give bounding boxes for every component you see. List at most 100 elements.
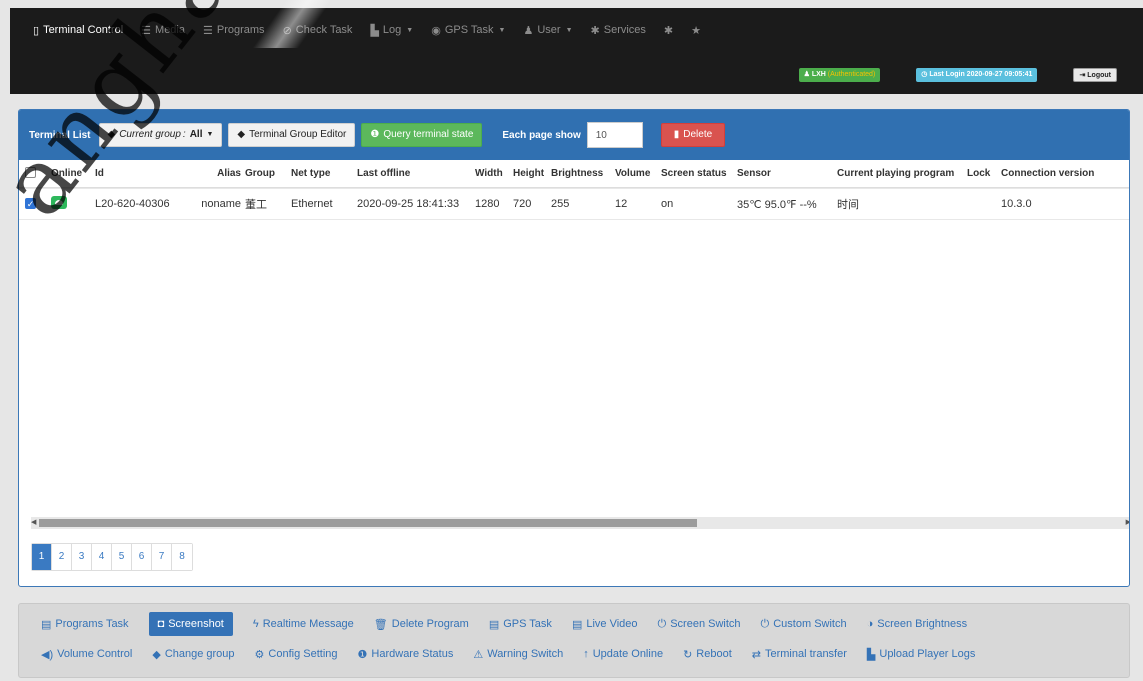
column-header[interactable]: Last offline [355, 168, 473, 179]
query-terminal-state-button[interactable]: ❶ Query terminal state [361, 123, 483, 147]
logout-button[interactable]: ⇥ Logout [1073, 68, 1117, 82]
column-header[interactable]: Volume [613, 168, 659, 179]
nav-item-log[interactable]: ▙ Log ▼ [370, 24, 413, 37]
delete-program-button[interactable]: 🗑 Delete Program [374, 612, 469, 636]
page-5[interactable]: 5 [112, 544, 132, 570]
nav-item-label: Log [382, 24, 402, 36]
logout-icon: ⇥ [1079, 72, 1086, 79]
column-header[interactable]: Net type [289, 168, 355, 179]
gps-task-button[interactable]: ▤ GPS Task [489, 612, 552, 636]
column-header[interactable]: Height [511, 168, 549, 179]
page-size-input[interactable] [586, 122, 643, 148]
nav-item-asterisk[interactable]: ✱ [664, 24, 673, 37]
user-icon: ♟ [523, 24, 534, 37]
action-label: Screen Switch [670, 618, 741, 630]
nav-item-check-task[interactable]: ⊘ Check Task [283, 24, 353, 37]
user-name: LXH [811, 71, 826, 78]
adjust-icon: ◑ [866, 618, 874, 630]
page-2[interactable]: 2 [52, 544, 72, 570]
cog-icon: ⚙ [254, 648, 265, 661]
action-label: Programs Task [55, 618, 129, 630]
camera-icon: ◘ [157, 618, 165, 630]
cell-program: 时间 [837, 199, 859, 211]
transfer-icon: ⇄ [751, 648, 761, 661]
reboot-button[interactable]: ↻ Reboot [683, 642, 732, 666]
terminal-list-panel: Terminal List ◆ Current group : All ▼ ◆ … [18, 109, 1130, 587]
refresh-icon: ↻ [683, 648, 693, 661]
flash-icon: ϟ [252, 618, 259, 630]
table-body: ✓ L20-620-40306 noname 董工 Ethernet 2020-09-25… [19, 188, 1129, 220]
nav-item-label: GPS Task [444, 24, 494, 36]
column-header[interactable]: Width [473, 168, 511, 179]
cell-alias: noname [201, 198, 241, 210]
delete-button[interactable]: ▮ Delete [660, 123, 726, 147]
page-6[interactable]: 6 [132, 544, 152, 570]
file-icon: ▙ [866, 648, 876, 661]
action-label: Upload Player Logs [879, 648, 976, 660]
film-icon: ▤ [571, 618, 583, 631]
terminal-group-editor-button[interactable]: ◆ Terminal Group Editor [228, 123, 356, 147]
nav-item-star[interactable]: ★ [691, 24, 701, 37]
horizontal-scrollbar[interactable]: ◀ ▶ [31, 517, 1129, 529]
change-group-button[interactable]: ◆ Change group [152, 642, 234, 666]
column-header[interactable]: Brightness [549, 168, 613, 179]
programs-task-button[interactable]: ▤ Programs Task [41, 612, 129, 636]
column-header[interactable]: Current playing program [835, 168, 965, 179]
select-all-checkbox[interactable] [25, 166, 36, 178]
volume-control-button[interactable]: ◀) Volume Control [41, 642, 132, 666]
page-8[interactable]: 8 [172, 544, 192, 570]
nav-item-programs[interactable]: ☰ Programs [203, 24, 265, 37]
last-login-badge: ◷ Last Login 2020-09-27 09:05:41 [916, 68, 1038, 82]
terminal-transfer-button[interactable]: ⇄ Terminal transfer [752, 642, 847, 666]
table-row[interactable]: ✓ L20-620-40306 noname 董工 Ethernet 2020-09-25… [19, 188, 1129, 220]
screen-brightness-button[interactable]: ◑ Screen Brightness [867, 612, 968, 636]
column-header[interactable]: Sensor [735, 168, 835, 179]
column-header[interactable]: Screen status [659, 168, 735, 179]
update-online-button[interactable]: ↑ Update Online [583, 642, 663, 666]
film-icon: ▤ [488, 618, 500, 631]
scrollbar-thumb[interactable] [39, 519, 697, 527]
current-user-badge[interactable]: ♟ LXH (Authenticated) [798, 68, 881, 82]
volume-icon: ◀) [41, 648, 54, 661]
nav-item-label: Media [155, 24, 185, 36]
nav-item-gps-task[interactable]: ◉ GPS Task ▼ [431, 24, 505, 37]
page-3[interactable]: 3 [72, 544, 92, 570]
column-header[interactable]: Lock [965, 168, 999, 179]
info-icon: ❶ [370, 129, 380, 140]
live-video-button[interactable]: ▤ Live Video [572, 612, 638, 636]
scroll-left-icon[interactable]: ◀ [31, 517, 36, 529]
query-label: Query terminal state [383, 129, 474, 140]
hardware-status-button[interactable]: ❶ Hardware Status [358, 642, 454, 666]
screenshot-button[interactable]: ◘ Screenshot [148, 612, 233, 636]
column-header[interactable]: Id [93, 168, 189, 179]
scroll-right-icon[interactable]: ▶ [1126, 517, 1129, 529]
nav-item-services[interactable]: ✱ Services [591, 24, 646, 37]
config-setting-button[interactable]: ⚙ Config Setting [255, 642, 338, 666]
terminal-toolbar: Terminal List ◆ Current group : All ▼ ◆ … [19, 110, 1129, 160]
warning-switch-button[interactable]: ⚠ Warning Switch [473, 642, 563, 666]
realtime-message-button[interactable]: ϟ Realtime Message [253, 612, 354, 636]
nav-item-terminal-control[interactable]: ▯ Terminal Control [33, 24, 123, 37]
main-nav: ▯ Terminal Control ☰ Media ☰ Programs ⊘ Check T… [10, 8, 1143, 52]
column-header[interactable]: Group [243, 168, 289, 179]
action-label: Hardware Status [371, 648, 454, 660]
nav-item-user[interactable]: ♟ User ▼ [523, 24, 572, 37]
row-checkbox[interactable]: ✓ [25, 198, 36, 209]
page-1[interactable]: 1 [32, 544, 52, 570]
custom-switch-button[interactable]: ⏻ Custom Switch [761, 612, 847, 636]
nav-item-label: Check Task [295, 24, 353, 36]
file-icon: ▙ [370, 24, 379, 37]
tablet-icon: ▯ [33, 24, 40, 37]
column-header[interactable]: Connection version [999, 168, 1103, 179]
screen-switch-button[interactable]: ⏻ Screen Switch [658, 612, 741, 636]
page-4[interactable]: 4 [92, 544, 112, 570]
programs-icon: ☰ [203, 24, 213, 37]
column-header[interactable]: Alias [189, 168, 243, 179]
current-group-dropdown[interactable]: ◆ Current group : All ▼ [98, 123, 223, 147]
nav-item-media[interactable]: ☰ Media [141, 24, 185, 37]
action-label: Warning Switch [487, 648, 564, 660]
page-7[interactable]: 7 [152, 544, 172, 570]
cell-id: L20-620-40306 [95, 198, 170, 210]
upload-player-logs-button[interactable]: ▙ Upload Player Logs [867, 642, 975, 666]
column-header[interactable]: Online [49, 168, 93, 179]
